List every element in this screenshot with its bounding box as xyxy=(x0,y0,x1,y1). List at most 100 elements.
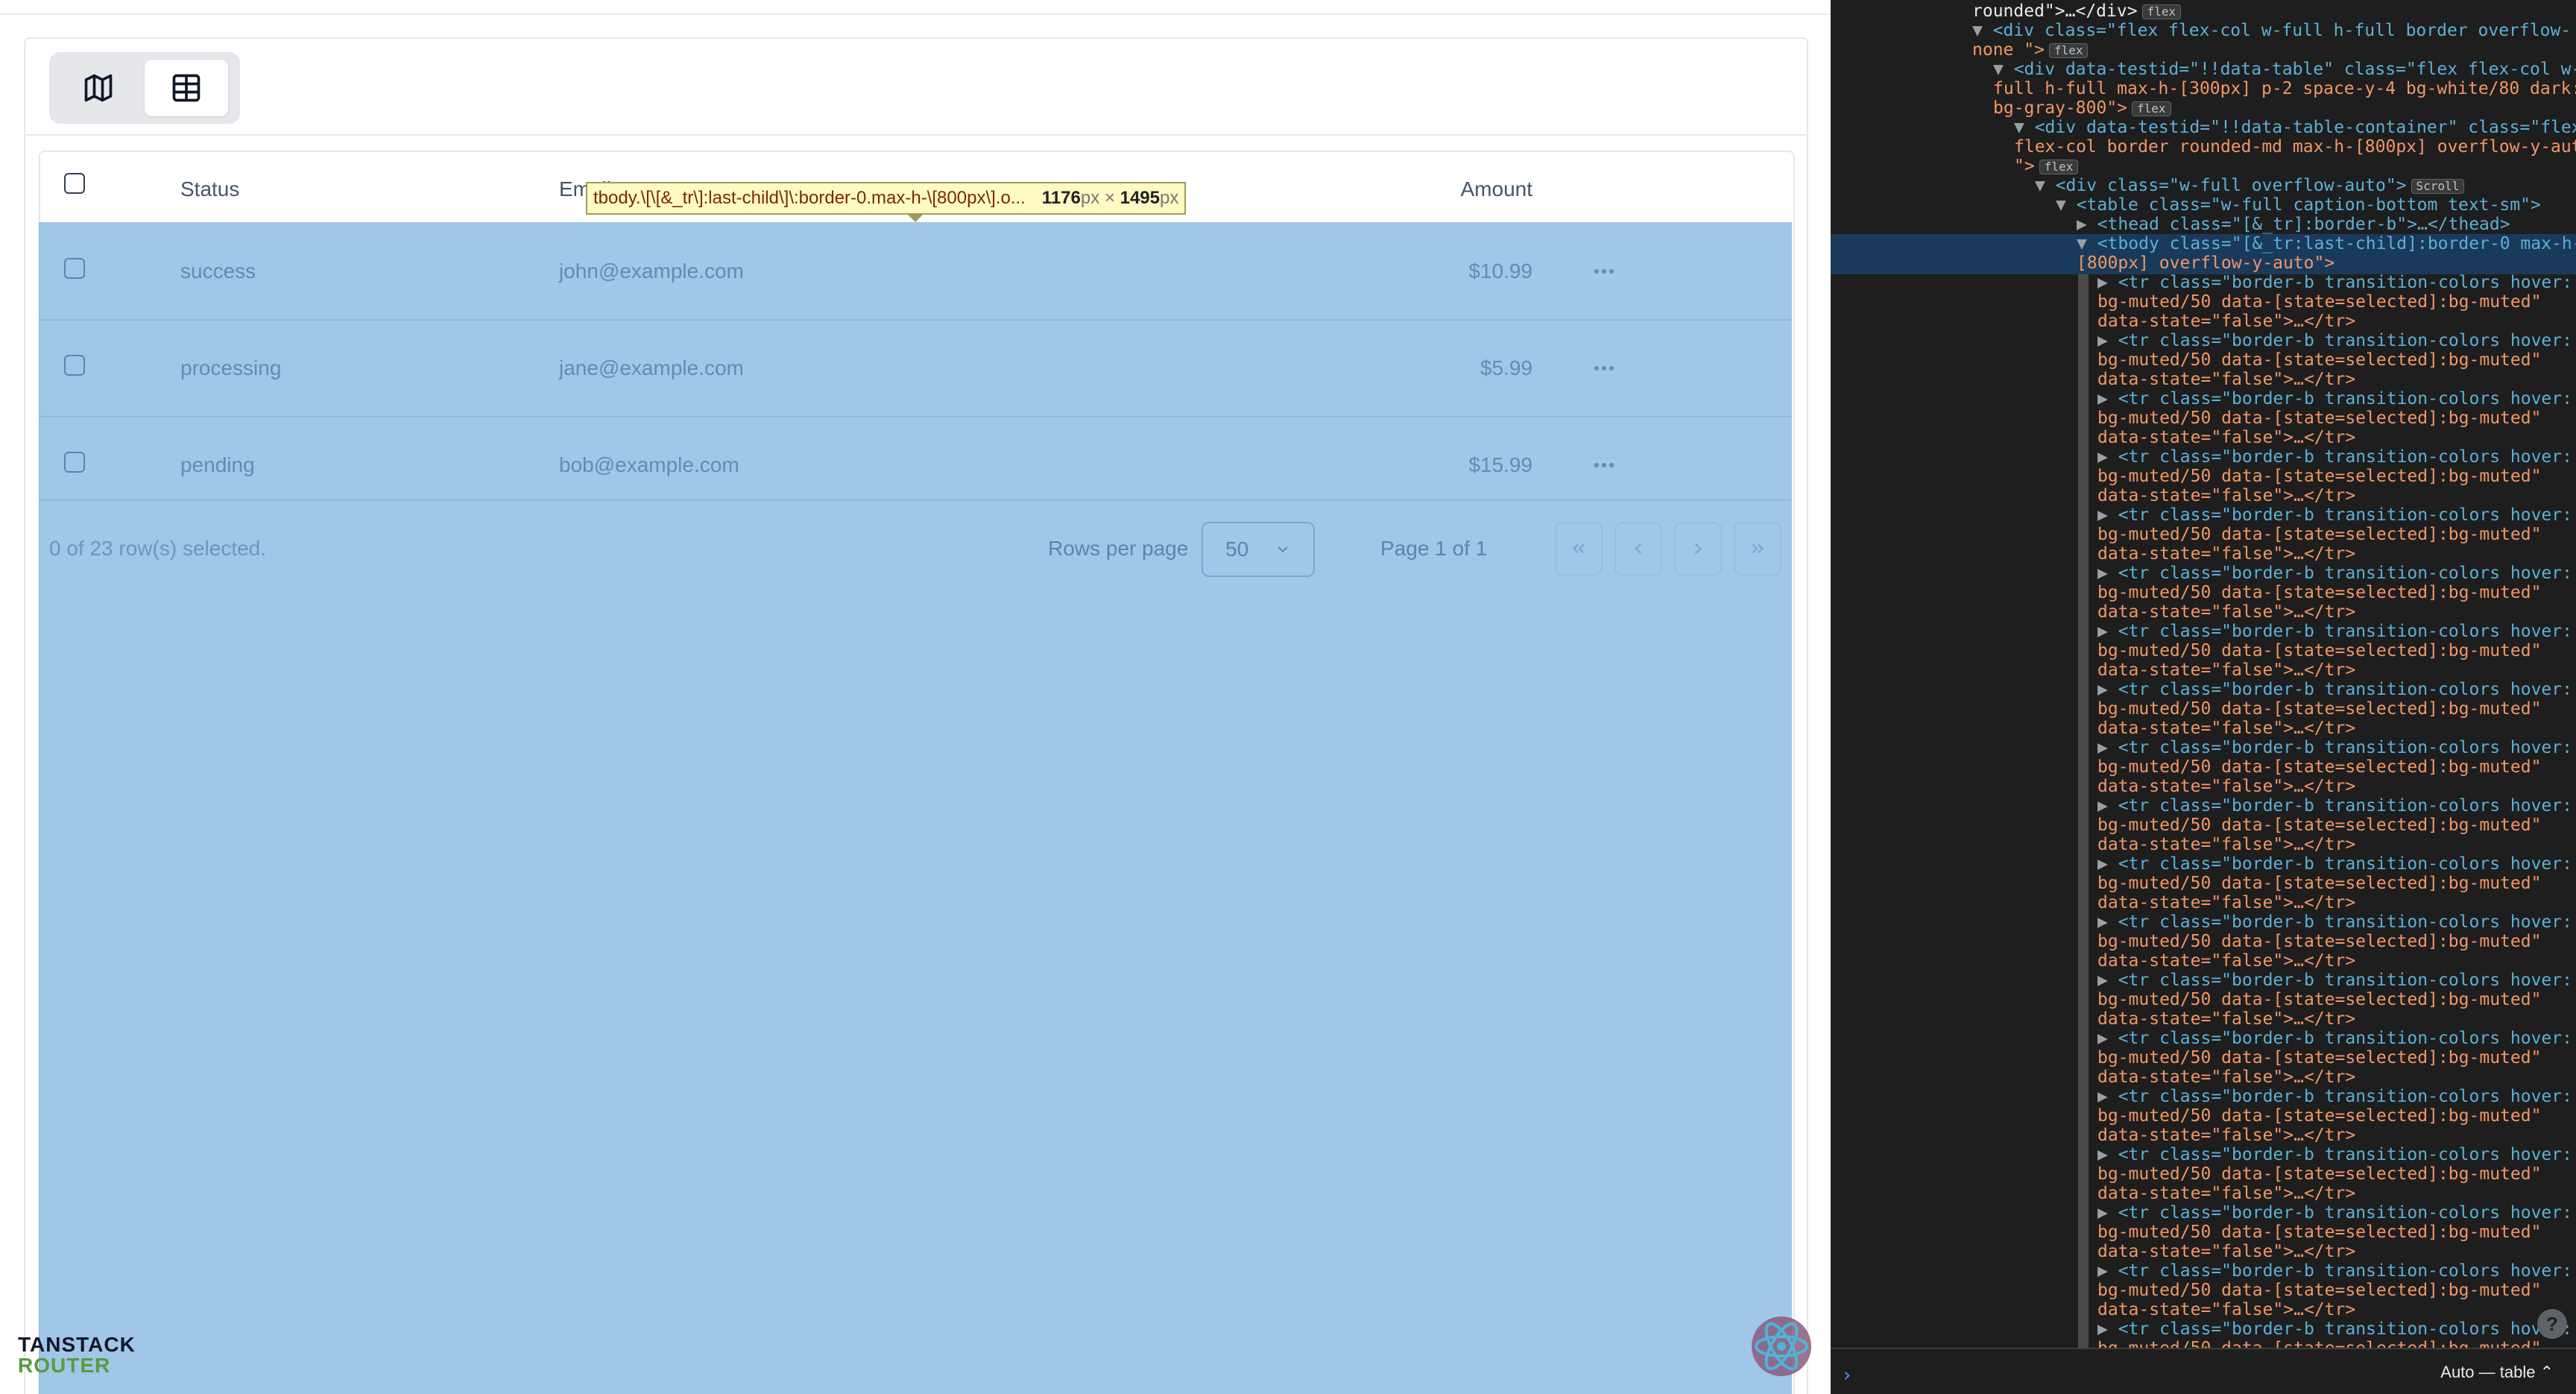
react-query-devtools-button[interactable] xyxy=(1750,1315,1813,1378)
dom-line-tr[interactable]: bg-muted/50 data-[state=selected]:bg-mut… xyxy=(2097,467,2541,486)
next-page-button[interactable] xyxy=(1674,522,1722,575)
help-icon[interactable]: ? xyxy=(2537,1309,2567,1339)
dom-line[interactable]: ▼ <div class="flex flex-col w-full h-ful… xyxy=(1972,21,2571,40)
dom-line[interactable]: ▶ <thead class="[&_tr]:border-b">…</thea… xyxy=(2077,215,2510,234)
dom-line-tr[interactable]: data-state="false">…</tr> xyxy=(2097,893,2355,912)
dom-line-tr[interactable]: data-state="false">…</tr> xyxy=(2097,835,2355,854)
dom-line-tr[interactable]: data-state="false">…</tr> xyxy=(2097,602,2355,622)
dom-line-tr[interactable]: data-state="false">…</tr> xyxy=(2097,312,2355,331)
dom-line[interactable]: "> flex xyxy=(2014,157,2079,176)
dom-line-selected[interactable]: [800px] overflow-y-auto"> xyxy=(2077,253,2334,273)
dom-line[interactable]: none "> flex xyxy=(1972,40,2089,60)
dom-line-tr[interactable]: ▶ <tr class="border-b transition-colors … xyxy=(2097,1087,2572,1106)
dom-line-tr[interactable]: bg-muted/50 data-[state=selected]:bg-mut… xyxy=(2097,932,2541,951)
dom-line-tr[interactable]: ▶ <tr class="border-b transition-colors … xyxy=(2097,1145,2572,1164)
row-actions-button[interactable] xyxy=(1589,450,1619,480)
dom-line-tr[interactable]: ▶ <tr class="border-b transition-colors … xyxy=(2097,912,2572,932)
dom-line[interactable]: rounded">…</div> flex xyxy=(1972,1,2182,21)
dom-line-tr[interactable]: bg-muted/50 data-[state=selected]:bg-mut… xyxy=(2097,292,2541,312)
dom-line-tr[interactable]: ▶ <tr class="border-b transition-colors … xyxy=(2097,1203,2572,1223)
dom-line-tr[interactable]: bg-muted/50 data-[state=selected]:bg-mut… xyxy=(2097,1281,2541,1300)
dom-line-tr[interactable]: ▶ <tr class="border-b transition-colors … xyxy=(2097,1319,2572,1339)
map-view-button[interactable] xyxy=(57,60,140,116)
inspect-tooltip: tbody.\[\[&_tr\]:last-child\]\:border-0.… xyxy=(586,182,1187,215)
row-actions-button[interactable] xyxy=(1589,353,1619,383)
dom-line-tr[interactable]: ▶ <tr class="border-b transition-colors … xyxy=(2097,622,2572,641)
dom-line-tr[interactable]: bg-muted/50 data-[state=selected]:bg-mut… xyxy=(2097,583,2541,602)
dom-line-tr[interactable]: bg-muted/50 data-[state=selected]:bg-mut… xyxy=(2097,409,2541,428)
dom-line-tr[interactable]: bg-muted/50 data-[state=selected]:bg-mut… xyxy=(2097,1164,2541,1184)
dom-line-tr[interactable]: ▶ <tr class="border-b transition-colors … xyxy=(2097,854,2572,874)
dom-line-tr[interactable]: ▶ <tr class="border-b transition-colors … xyxy=(2097,796,2572,816)
dom-line-tr[interactable]: bg-muted/50 data-[state=selected]:bg-mut… xyxy=(2097,874,2541,893)
dom-line-tr[interactable]: data-state="false">…</tr> xyxy=(2097,951,2355,971)
inspect-tooltip-selector: tbody.\[\[&_tr\]:last-child\]\:border-0.… xyxy=(593,188,1026,208)
dom-line-tr[interactable]: data-state="false">…</tr> xyxy=(2097,1300,2355,1319)
dom-line-tr[interactable]: bg-muted/50 data-[state=selected]:bg-mut… xyxy=(2097,757,2541,777)
header-amount[interactable]: Amount xyxy=(1309,174,1533,204)
dom-line-tr[interactable]: ▶ <tr class="border-b transition-colors … xyxy=(2097,505,2572,525)
dom-line-tr[interactable]: ▶ <tr class="border-b transition-colors … xyxy=(2097,273,2572,292)
dom-line-tr[interactable]: data-state="false">…</tr> xyxy=(2097,1184,2355,1203)
dom-line-tr[interactable]: ▶ <tr class="border-b transition-colors … xyxy=(2097,564,2572,583)
dom-line-tr[interactable]: data-state="false">…</tr> xyxy=(2097,1242,2355,1261)
last-page-button[interactable] xyxy=(1734,522,1781,575)
dom-line-tr[interactable]: ▶ <tr class="border-b transition-colors … xyxy=(2097,738,2572,757)
table-icon xyxy=(172,74,201,102)
rows-per-page-select[interactable]: 50 xyxy=(1202,522,1315,577)
dom-line-tr[interactable]: data-state="false">…</tr> xyxy=(2097,486,2355,505)
dom-line-tr[interactable]: ▶ <tr class="border-b transition-colors … xyxy=(2097,331,2572,350)
dom-line-tr[interactable]: data-state="false">…</tr> xyxy=(2097,370,2355,389)
dom-line-tr[interactable]: data-state="false">…</tr> xyxy=(2097,719,2355,738)
row-email: jane@example.com xyxy=(559,356,744,379)
console-prompt-icon[interactable]: › xyxy=(1841,1364,1853,1387)
dom-line[interactable]: ▼ <div class="w-full overflow-auto"> Scro… xyxy=(2035,176,2465,195)
row-checkbox[interactable] xyxy=(64,452,85,473)
dom-line-tr[interactable]: ▶ <tr class="border-b transition-colors … xyxy=(2097,680,2572,699)
devtools-elements-panel: rounded">…</div> flex ▼ <div class="flex … xyxy=(1831,0,2576,1394)
tanstack-router-logo[interactable]: TANSTACK ROUTER xyxy=(18,1334,136,1376)
row-email: john@example.com xyxy=(559,259,744,283)
select-all-checkbox[interactable] xyxy=(64,173,85,194)
dom-line-tr[interactable]: ▶ <tr class="border-b transition-colors … xyxy=(2097,1261,2572,1281)
dom-line[interactable]: ▼ <table class="w-full caption-bottom te… xyxy=(2056,195,2541,215)
dom-line-tr[interactable]: ▶ <tr class="border-b transition-colors … xyxy=(2097,389,2572,409)
dom-line-tr[interactable]: bg-muted/50 data-[state=selected]:bg-mut… xyxy=(2097,525,2541,544)
table-view-button[interactable] xyxy=(145,60,228,116)
dom-line-tr[interactable]: bg-muted/50 data-[state=selected]:bg-mut… xyxy=(2097,1223,2541,1242)
row-checkbox[interactable] xyxy=(64,258,85,279)
dom-line-tr[interactable]: data-state="false">…</tr> xyxy=(2097,544,2355,564)
dom-line-tr[interactable]: data-state="false">…</tr> xyxy=(2097,1067,2355,1087)
chevron-left-icon xyxy=(1635,543,1642,555)
dom-line-tr[interactable]: bg-muted/50 data-[state=selected]:bg-mut… xyxy=(2097,1048,2541,1067)
dom-line-tr[interactable]: bg-muted/50 data-[state=selected]:bg-mut… xyxy=(2097,699,2541,719)
row-divider xyxy=(39,416,1792,417)
dom-line[interactable]: flex-col border rounded-md max-h-[800px]… xyxy=(2014,137,2576,157)
dom-line-tr[interactable]: bg-muted/50 data-[state=selected]:bg-mut… xyxy=(2097,1106,2541,1126)
dom-line-tr[interactable]: data-state="false">…</tr> xyxy=(2097,428,2355,447)
row-status: success xyxy=(180,259,256,283)
dom-line-selected[interactable]: ▼ <tbody class="[&_tr:last-child]:border… xyxy=(2077,234,2576,253)
header-status[interactable]: Status xyxy=(180,174,239,204)
row-actions-button[interactable] xyxy=(1589,256,1619,286)
dom-line-tr[interactable]: bg-muted/50 data-[state=selected]:bg-mut… xyxy=(2097,816,2541,835)
row-checkbox[interactable] xyxy=(64,355,85,376)
dom-line-tr[interactable]: data-state="false">…</tr> xyxy=(2097,777,2355,796)
dom-line-tr[interactable]: data-state="false">…</tr> xyxy=(2097,660,2355,680)
context-selector[interactable]: Auto — table ⌃ xyxy=(2440,1363,2554,1382)
dom-line[interactable]: bg-gray-800"> flex xyxy=(1993,98,2171,118)
dom-line[interactable]: full h-full max-h-[300px] p-2 space-y-4 … xyxy=(1993,79,2576,98)
first-page-button[interactable] xyxy=(1555,522,1603,575)
dom-line[interactable]: ▼ <div data-testid="!!data-table-contain… xyxy=(2014,118,2576,137)
dom-line-tr[interactable]: data-state="false">…</tr> xyxy=(2097,1009,2355,1029)
more-horizontal-icon xyxy=(1594,463,1614,467)
dom-line-tr[interactable]: ▶ <tr class="border-b transition-colors … xyxy=(2097,971,2572,990)
dom-line-tr[interactable]: bg-muted/50 data-[state=selected]:bg-mut… xyxy=(2097,641,2541,660)
dom-line-tr[interactable]: ▶ <tr class="border-b transition-colors … xyxy=(2097,1029,2572,1048)
previous-page-button[interactable] xyxy=(1614,522,1662,575)
dom-line-tr[interactable]: bg-muted/50 data-[state=selected]:bg-mut… xyxy=(2097,990,2541,1009)
dom-line-tr[interactable]: data-state="false">…</tr> xyxy=(2097,1126,2355,1145)
dom-line-tr[interactable]: bg-muted/50 data-[state=selected]:bg-mut… xyxy=(2097,350,2541,370)
dom-line-tr[interactable]: ▶ <tr class="border-b transition-colors … xyxy=(2097,447,2572,467)
dom-line[interactable]: ▼ <div data-testid="!!data-table" class=… xyxy=(1993,60,2576,79)
